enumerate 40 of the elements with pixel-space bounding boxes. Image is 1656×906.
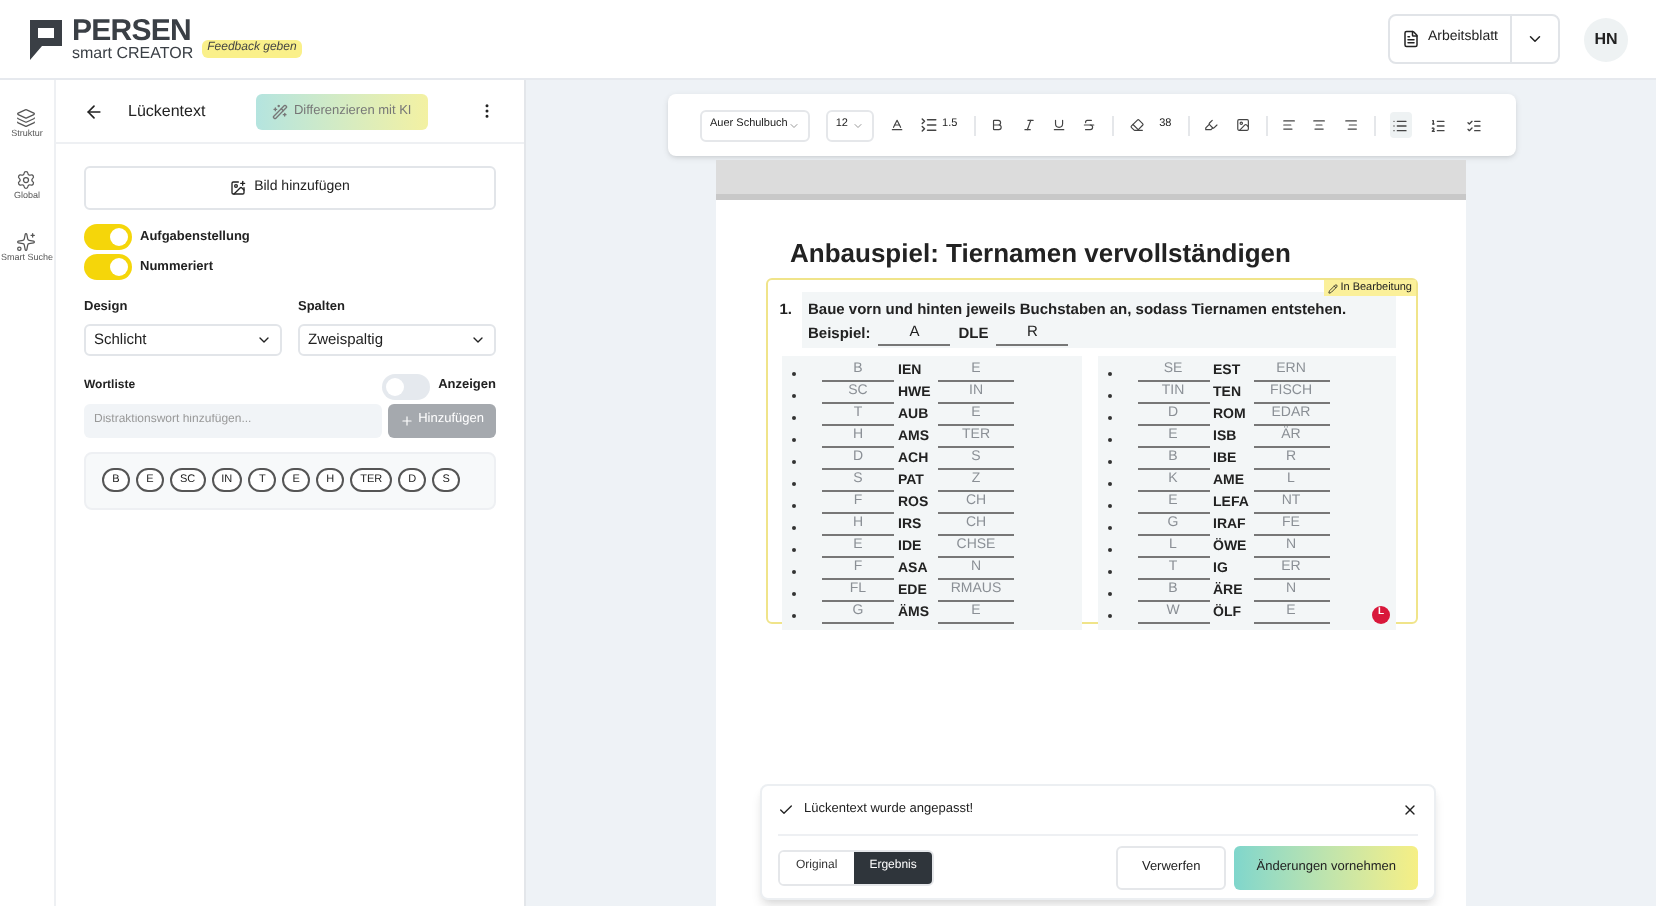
align-right-icon[interactable] xyxy=(1343,116,1358,134)
image-icon xyxy=(230,180,247,196)
align-center-icon[interactable] xyxy=(1312,116,1327,134)
document-icon xyxy=(1401,30,1420,48)
underline-icon[interactable] xyxy=(1051,116,1066,134)
settings-icon[interactable] xyxy=(16,169,37,190)
chevron-down-icon xyxy=(787,119,800,131)
plus-icon xyxy=(400,413,415,428)
toggle-switch[interactable] xyxy=(84,254,132,280)
logo-title: PERSEN xyxy=(72,16,191,46)
italic-icon[interactable] xyxy=(1021,116,1036,134)
align-left-icon[interactable] xyxy=(1282,116,1297,134)
bullet-list-button[interactable] xyxy=(1390,112,1412,138)
close-icon[interactable] xyxy=(1402,802,1418,818)
eraser-icon[interactable] xyxy=(1129,116,1144,134)
pencil-icon xyxy=(1328,283,1339,294)
logo-subtitle: smart CREATOR xyxy=(72,46,194,62)
user-avatar[interactable]: HN xyxy=(1584,17,1628,61)
chevron-down-icon xyxy=(851,119,864,131)
bullet-list-icon xyxy=(1392,117,1409,133)
toggle-switch[interactable] xyxy=(84,224,132,250)
image-icon[interactable] xyxy=(1235,116,1250,134)
numbered-list-icon xyxy=(1429,117,1446,133)
bold-icon[interactable] xyxy=(990,116,1006,134)
check-icon xyxy=(778,802,794,818)
checklist-icon xyxy=(1465,117,1482,133)
panel-title: Lückentext xyxy=(128,99,206,123)
highlighter-icon[interactable] xyxy=(1204,116,1220,134)
strikethrough-icon[interactable] xyxy=(1081,116,1096,134)
text-color-icon[interactable] xyxy=(889,116,905,134)
worksheet-title: Anbauspiel: Tiernamen vervollständigen xyxy=(790,238,1291,268)
chevron-down-icon[interactable] xyxy=(1526,30,1544,48)
logo-icon xyxy=(28,17,64,61)
layers-icon[interactable] xyxy=(16,108,37,128)
magic-wand-icon xyxy=(271,103,288,119)
sparkle-icon[interactable] xyxy=(16,231,37,251)
line-spacing-icon[interactable] xyxy=(920,116,939,134)
back-arrow-icon[interactable] xyxy=(84,101,104,121)
toggle-switch[interactable] xyxy=(382,373,431,400)
task-block[interactable] xyxy=(766,278,1418,624)
